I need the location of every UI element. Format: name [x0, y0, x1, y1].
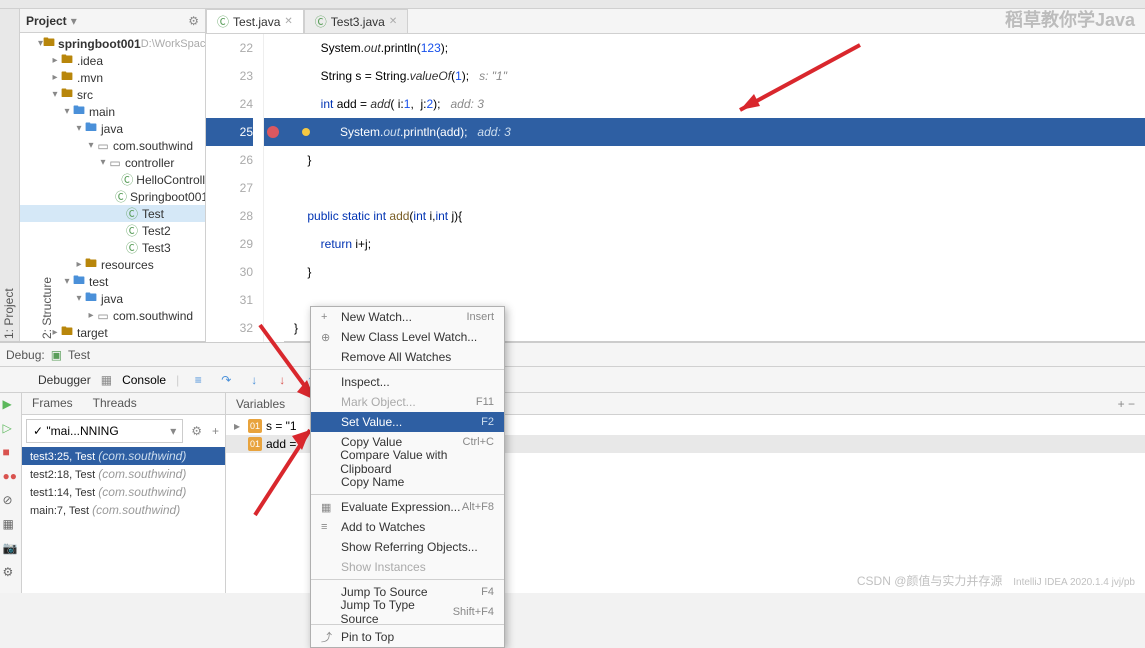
watermark-bottom: CSDN @颜值与实力并存源 IntelliJ IDEA 2020.1.4 jv…: [857, 572, 1135, 589]
close-icon[interactable]: ✕: [389, 16, 397, 27]
add-watch-icon[interactable]: + −: [1118, 397, 1135, 411]
code-line[interactable]: String s = String.valueOf(1); s: "1": [284, 62, 1145, 90]
menu-item[interactable]: ⤴Pin to Top: [311, 627, 504, 647]
editor-tab[interactable]: ⒸTest.java✕: [206, 9, 304, 33]
menu-item[interactable]: +New Watch...Insert: [311, 307, 504, 327]
project-tool-tab[interactable]: 1: Project: [0, 13, 18, 341]
menu-item[interactable]: Jump To Type SourceShift+F4: [311, 602, 504, 622]
left-tool-strip[interactable]: 1: Project 2: Structure: [0, 9, 20, 341]
step-over-icon[interactable]: ↷: [217, 371, 235, 389]
menu-item[interactable]: Inspect...: [311, 372, 504, 392]
console-tab[interactable]: Console: [122, 373, 166, 387]
editor: ⒸTest.java✕ⒸTest3.java✕ 2223242526272829…: [206, 9, 1145, 341]
stack-frame[interactable]: main:7, Test (com.southwind): [22, 501, 225, 519]
camera-icon[interactable]: 📷: [3, 541, 19, 557]
stack-frame[interactable]: test2:18, Test (com.southwind): [22, 465, 225, 483]
layout-icon[interactable]: ▦: [3, 517, 19, 533]
close-icon[interactable]: ✕: [284, 16, 292, 27]
debug-side-toolbar[interactable]: ▶ ▷ ■ ●● ⊘ ▦ 📷 ⚙: [0, 393, 22, 593]
menu-item[interactable]: Remove All Watches: [311, 347, 504, 367]
code-line[interactable]: return i+j;: [284, 230, 1145, 258]
filter-icon[interactable]: ⚙: [187, 424, 206, 438]
frames-panel: Frames Threads ✓ "mai...NNING▾ ⚙ + test3…: [22, 393, 226, 593]
structure-tool-tab[interactable]: 2: Structure: [38, 13, 56, 341]
gear-icon[interactable]: ⚙: [188, 14, 199, 28]
code-area[interactable]: 2223242526272829303132 System.out.printl…: [206, 34, 1145, 342]
step-into-icon[interactable]: ↓: [245, 371, 263, 389]
context-menu[interactable]: +New Watch...Insert⊕New Class Level Watc…: [310, 306, 505, 648]
menu-item: Show Instances: [311, 557, 504, 577]
stack-frame[interactable]: test3:25, Test (com.southwind): [22, 447, 225, 465]
code-line[interactable]: System.out.println(add); add: 3: [284, 118, 1145, 146]
menu-item[interactable]: Compare Value with Clipboard: [311, 452, 504, 472]
threads-tab[interactable]: Threads: [83, 393, 147, 414]
breakpoints-icon[interactable]: ●●: [3, 469, 19, 485]
mute-icon[interactable]: ⊘: [3, 493, 19, 509]
variables-title: Variables: [236, 397, 285, 411]
add-icon[interactable]: +: [206, 424, 225, 438]
rerun-icon[interactable]: ▶: [3, 397, 19, 413]
resume-icon[interactable]: ▷: [3, 421, 19, 437]
code-line[interactable]: int add = add( i:1, j:2); add: 3: [284, 90, 1145, 118]
debug-toolbar: Debugger ▦Console | ≡ ↷ ↓ ↓ ↑: [0, 367, 1145, 393]
watermark-top: 稻草教你学Java: [1005, 6, 1135, 32]
stop-icon[interactable]: ■: [3, 445, 19, 461]
debug-title: Debug:: [6, 348, 45, 362]
breakpoint-icon[interactable]: [267, 126, 279, 138]
menu-item: Mark Object...F11: [311, 392, 504, 412]
menu-item[interactable]: Set Value...F2: [311, 412, 504, 432]
step-icon[interactable]: ≡: [189, 371, 207, 389]
force-step-icon[interactable]: ↓: [273, 371, 291, 389]
code-line[interactable]: public static int add(int i,int j){: [284, 202, 1145, 230]
debugger-tab[interactable]: Debugger: [38, 373, 91, 387]
code-line[interactable]: [284, 174, 1145, 202]
thread-selector[interactable]: ✓ "mai...NNING▾: [26, 419, 183, 443]
code-line[interactable]: }: [284, 146, 1145, 174]
menu-item[interactable]: ≡Add to Watches: [311, 517, 504, 537]
menu-item[interactable]: ▦Evaluate Expression...Alt+F8: [311, 497, 504, 517]
debug-config[interactable]: Test: [68, 348, 90, 362]
frames-tab[interactable]: Frames: [22, 393, 83, 414]
menu-item[interactable]: Show Referring Objects...: [311, 537, 504, 557]
code-line[interactable]: System.out.println(123);: [284, 34, 1145, 62]
settings-icon[interactable]: ⚙: [3, 565, 19, 581]
debug-panel: Debug: ▣ Test Debugger ▦Console | ≡ ↷ ↓ …: [0, 341, 1145, 593]
code-line[interactable]: }: [284, 258, 1145, 286]
stack-frame[interactable]: test1:14, Test (com.southwind): [22, 483, 225, 501]
menu-item[interactable]: ⊕New Class Level Watch...: [311, 327, 504, 347]
editor-tab[interactable]: ⒸTest3.java✕: [304, 9, 408, 33]
